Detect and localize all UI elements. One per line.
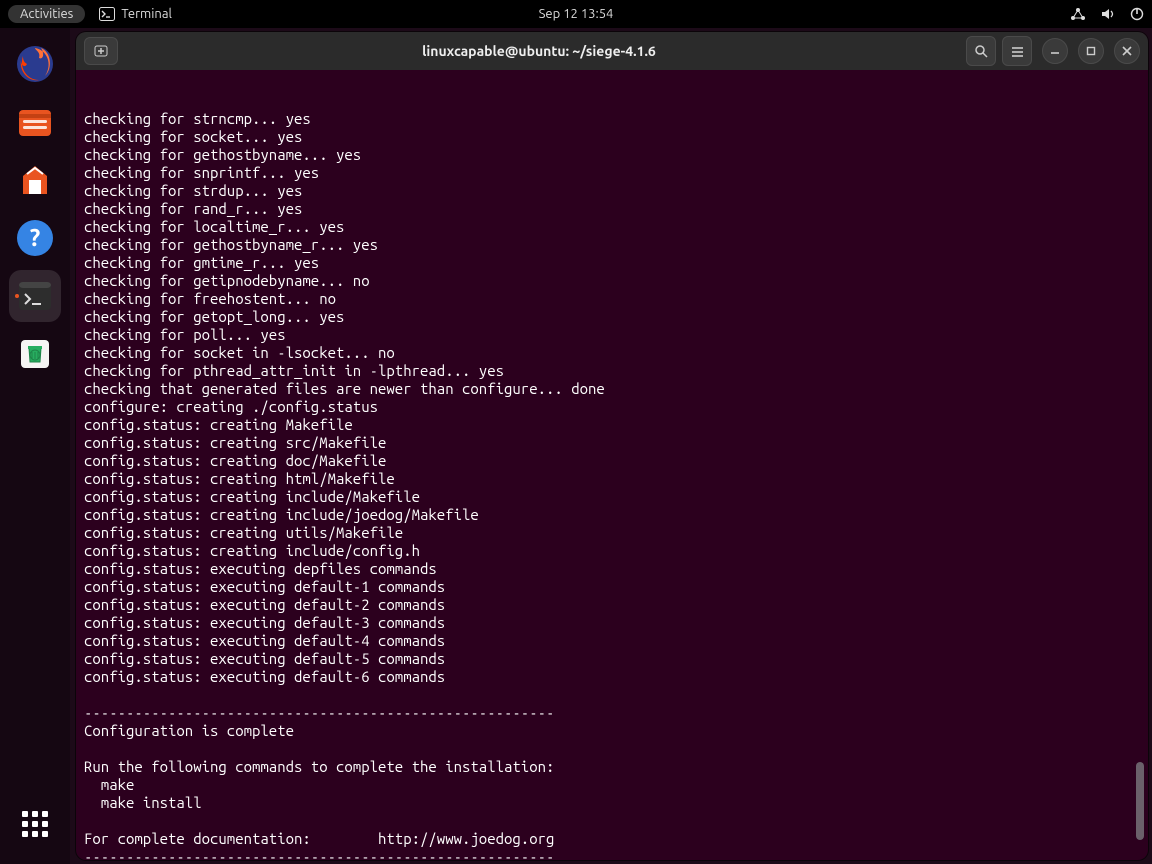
terminal-output-area[interactable]: checking for strncmp... yes checking for… [76, 70, 1148, 860]
svg-text:?: ? [30, 224, 41, 251]
minimize-button[interactable] [1042, 38, 1068, 64]
app-menu-label: Terminal [121, 7, 172, 21]
activities-button[interactable]: Activities [8, 5, 85, 23]
power-icon[interactable] [1130, 7, 1144, 21]
hamburger-menu-button[interactable] [1002, 36, 1032, 66]
show-applications-button[interactable] [9, 798, 61, 850]
new-tab-button[interactable] [84, 37, 118, 65]
terminal-icon [99, 7, 115, 21]
maximize-button[interactable] [1078, 38, 1104, 64]
terminal-output-text: checking for strncmp... yes checking for… [84, 110, 1148, 860]
app-menu[interactable]: Terminal [99, 7, 172, 21]
dock-item-firefox[interactable] [9, 38, 61, 90]
search-button[interactable] [966, 36, 996, 66]
dock-item-software[interactable] [9, 154, 61, 206]
volume-icon[interactable] [1100, 7, 1116, 21]
scrollbar[interactable] [1134, 74, 1146, 856]
dock-item-help[interactable]: ? [9, 212, 61, 264]
window-titlebar[interactable]: linuxcapable@ubuntu: ~/siege-4.1.6 [76, 32, 1148, 70]
terminal-window: linuxcapable@ubuntu: ~/siege-4.1.6 check… [76, 32, 1148, 860]
running-indicator-icon [15, 294, 19, 298]
dock: ? [0, 28, 70, 864]
network-icon[interactable] [1070, 7, 1086, 21]
gnome-topbar: Activities Terminal Sep 12 13:54 [0, 0, 1152, 28]
dock-item-terminal[interactable] [9, 270, 61, 322]
scrollbar-thumb[interactable] [1136, 762, 1144, 840]
window-title: linuxcapable@ubuntu: ~/siege-4.1.6 [118, 43, 960, 59]
dock-item-trash[interactable] [9, 328, 61, 380]
grid-icon [22, 811, 48, 837]
clock[interactable]: Sep 12 13:54 [539, 7, 614, 21]
dock-item-files[interactable] [9, 96, 61, 148]
close-button[interactable] [1114, 38, 1140, 64]
